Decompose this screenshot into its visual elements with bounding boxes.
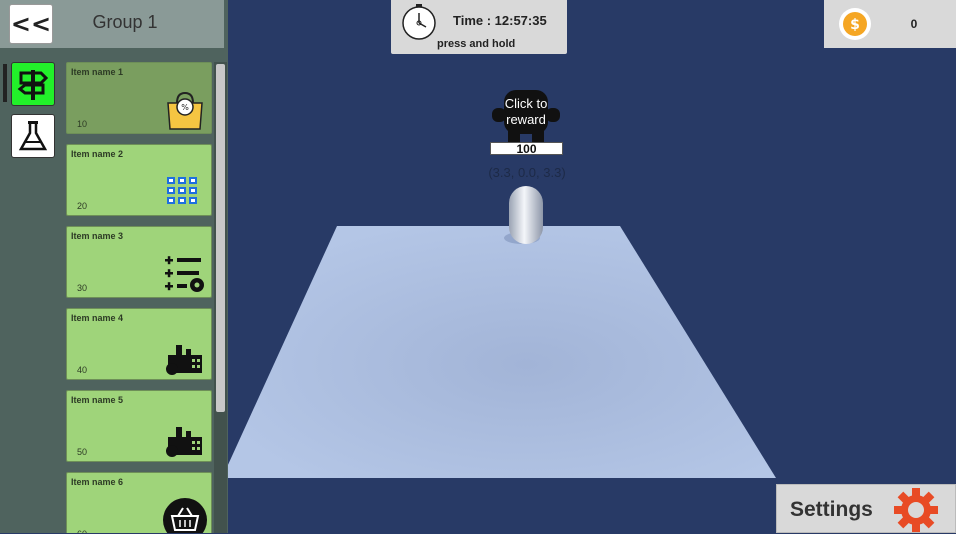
item-value: 30 (77, 283, 88, 293)
settings-label: Settings (790, 498, 873, 521)
signpost-icon (17, 70, 49, 100)
category-flask-button[interactable] (11, 114, 55, 158)
item-name: Item name 4 (71, 313, 124, 323)
stopwatch-icon (402, 4, 436, 40)
item-list-scrollbar[interactable] (214, 62, 227, 533)
item-value: 20 (77, 201, 88, 211)
list-item[interactable]: Item name 3 30 (66, 226, 212, 298)
category-signpost-button[interactable] (11, 62, 55, 106)
list-item[interactable]: Item name 1 10 % (66, 62, 212, 134)
item-value: 50 (77, 447, 88, 457)
svg-text:%: % (181, 103, 189, 112)
reward-amount: 100 (490, 142, 563, 155)
item-panel: << Group 1 Item name 1 10 % Item name 2 … (0, 0, 228, 533)
capsule-player[interactable] (500, 184, 552, 248)
shopping-bag-discount-icon: % (167, 91, 203, 130)
item-name: Item name 5 (71, 395, 124, 405)
scrollbar-thumb[interactable] (216, 64, 225, 412)
gear-icon (894, 488, 938, 532)
category-marker (3, 64, 7, 102)
dollar-coin-icon: $ (839, 8, 871, 40)
item-value: 60 (77, 529, 87, 533)
factory-icon (166, 345, 202, 375)
list-settings-icon (165, 256, 204, 292)
flask-icon (18, 121, 48, 151)
timer-label: Time : 12:57:35 (453, 13, 547, 28)
item-value: 40 (77, 365, 88, 375)
item-value: 10 (77, 119, 88, 129)
item-name: Item name 1 (71, 67, 124, 77)
list-item[interactable]: Item name 4 40 (66, 308, 212, 380)
settings-button[interactable]: Settings (776, 484, 956, 533)
grid-icon (167, 177, 197, 204)
item-list: Item name 1 10 % Item name 2 20 Item nam… (64, 62, 214, 533)
timer-panel[interactable]: Time : 12:57:35 press and hold (391, 0, 567, 54)
item-name: Item name 6 (71, 477, 124, 487)
list-item[interactable]: Item name 6 60 (66, 472, 212, 533)
factory-icon (166, 427, 202, 457)
list-item[interactable]: Item name 5 50 (66, 390, 212, 462)
position-coordinates: (3.3, 0.0, 3.3) (488, 165, 566, 180)
list-item[interactable]: Item name 2 20 (66, 144, 212, 216)
coin-panel: $ 0 (824, 0, 956, 48)
click-to-reward-label[interactable]: Click to reward (486, 96, 566, 128)
coin-count: 0 (910, 17, 918, 31)
svg-text:$: $ (850, 17, 860, 33)
timer-hint: press and hold (437, 38, 516, 50)
panel-header: << Group 1 (0, 0, 224, 48)
group-title: Group 1 (92, 12, 158, 32)
item-name: Item name 2 (71, 149, 124, 159)
item-name: Item name 3 (71, 231, 124, 241)
basket-icon (163, 498, 207, 533)
back-button[interactable]: << (9, 4, 53, 44)
